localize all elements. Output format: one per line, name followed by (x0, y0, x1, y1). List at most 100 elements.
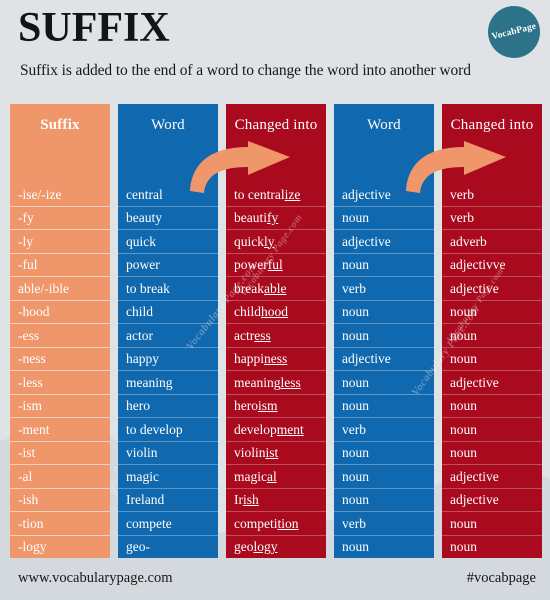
cell-word-1: quick (118, 229, 218, 253)
cell-word-2: noun (334, 534, 434, 559)
column-body-word-2: adjective noun adjective noun verb noun noun ad… (334, 183, 434, 558)
cell-changed-2: noun (442, 440, 542, 465)
word-suffix-underlined: ness (264, 351, 288, 366)
cell-changed-1: to central ize (226, 183, 326, 206)
word-suffix-underlined: hood (261, 304, 288, 319)
word-suffix-underlined: ist (265, 445, 279, 460)
cell-word-2: noun (334, 370, 434, 394)
word-stem: violin (234, 445, 266, 460)
column-body-changed-1: to central ize beauti fy quick ly power ful brea… (226, 183, 326, 558)
cell-changed-2: adjective (442, 370, 542, 394)
cell-word-1: magic (118, 464, 218, 488)
cell-changed-2: noun (442, 393, 542, 418)
cell-changed-2: noun (442, 534, 542, 559)
cell-suffix: -ly (10, 229, 110, 253)
cell-word-1: hero (118, 393, 218, 418)
header: SUFFIX Suffix is added to the end of a w… (0, 0, 550, 100)
cell-changed-2: adjective (442, 276, 542, 300)
cell-word-2: adjective (334, 346, 434, 371)
word-stem: Ir (234, 492, 243, 507)
cell-changed-2: adjectivve (442, 252, 542, 277)
word-suffix-underlined: ize (284, 186, 301, 202)
column-header-word-2: Word (367, 117, 401, 133)
cell-suffix: -less (10, 370, 110, 394)
cell-word-2: verb (334, 511, 434, 535)
column-body-changed-2: verb verb adverb adjectivve adjective noun nou… (442, 183, 542, 558)
suffix-table: Suffix -ise/-ize -fy -ly -ful able/-ible -hoo… (10, 104, 542, 558)
column-body-word-1: central beauty quick power to break child acto… (118, 183, 218, 558)
cell-changed-1: power ful (226, 252, 326, 277)
cell-word-1: violin (118, 440, 218, 465)
cell-word-1: central (126, 186, 163, 202)
cell-changed-2: noun (442, 299, 542, 324)
cell-word-1: actor (118, 323, 218, 347)
cell-changed-2: adverb (442, 229, 542, 253)
cell-changed-1: actr ess (226, 323, 326, 347)
word-stem: meaning (234, 374, 281, 390)
cell-word-2: verb (334, 417, 434, 441)
cell-word-1: beauty (118, 205, 218, 230)
word-suffix-underlined: logy (253, 539, 278, 554)
column-header-changed-2: Changed into (450, 117, 534, 133)
cell-changed-1: hero ism (226, 393, 326, 418)
cell-changed-1: child hood (226, 299, 326, 324)
word-suffix-underlined: ly (264, 233, 275, 249)
cell-word-2: noun (334, 205, 434, 230)
word-stem: geo (234, 539, 254, 554)
cell-changed-1: geo logy (226, 534, 326, 559)
footer: www.vocabularypage.com #vocabpage (0, 560, 550, 600)
column-word-2: Word adjective noun adjective noun verb noun n… (334, 104, 434, 558)
word-stem: hero (234, 398, 258, 413)
cell-suffix: -fy (10, 205, 110, 230)
cell-changed-1: magic al (226, 464, 326, 488)
cell-changed-1: meaning less (226, 370, 326, 394)
cell-changed-1: violin ist (226, 440, 326, 465)
column-changed-into-2: Changed into verb verb adverb adjectivve adj… (442, 104, 542, 558)
word-stem: power (234, 257, 268, 272)
cell-changed-2: noun (442, 323, 542, 347)
word-stem: magic (234, 468, 267, 484)
word-stem: quick (234, 233, 264, 249)
word-stem: happi (234, 351, 264, 366)
cell-changed-2: verb (442, 205, 542, 230)
cell-word-2: adjective (334, 229, 434, 253)
column-body-suffix: -ise/-ize -fy -ly -ful able/-ible -hood -ess -n… (10, 183, 110, 558)
cell-changed-1: Ir ish (226, 487, 326, 512)
page-title: SUFFIX (18, 5, 170, 51)
cell-word-1: child (118, 299, 218, 324)
cell-word-2: adjective (342, 186, 391, 202)
word-suffix-underlined: ful (267, 257, 283, 272)
cell-changed-2: noun (442, 417, 542, 441)
cell-word-2: noun (334, 323, 434, 347)
word-suffix-underlined: fy (267, 210, 279, 225)
cell-suffix: able/-ible (10, 276, 110, 300)
cell-word-1: Ireland (118, 487, 218, 512)
word-stem: to central (234, 186, 285, 202)
cell-suffix: -ness (10, 346, 110, 371)
word-suffix-underlined: ment (276, 421, 304, 437)
column-header-suffix: Suffix (40, 117, 80, 133)
word-suffix-underlined: less (280, 374, 301, 390)
cell-suffix: -ment (10, 417, 110, 441)
page-subtitle: Suffix is added to the end of a word to … (20, 62, 471, 79)
cell-suffix: -hood (10, 299, 110, 324)
word-stem: break (234, 280, 264, 296)
cell-word-1: to develop (118, 417, 218, 441)
cell-word-1: power (118, 252, 218, 277)
cell-word-1: meaning (118, 370, 218, 394)
column-word-1: Word central beauty quick power to break chil… (118, 104, 218, 558)
cell-word-2: noun (334, 487, 434, 512)
cell-suffix: -ise/-ize (18, 186, 62, 202)
cell-changed-1: happi ness (226, 346, 326, 371)
vocabpage-logo: VocabPage (488, 6, 540, 58)
cell-suffix: -logy (10, 534, 110, 559)
cell-word-2: noun (334, 464, 434, 488)
word-suffix-underlined: al (267, 468, 277, 484)
cell-changed-2: verb (450, 186, 474, 202)
cell-changed-1: develop ment (226, 417, 326, 441)
word-stem: actr (234, 327, 255, 343)
cell-word-2: noun (334, 252, 434, 277)
cell-changed-1: quick ly (226, 229, 326, 253)
cell-word-1: to break (118, 276, 218, 300)
cell-changed-2: noun (442, 511, 542, 535)
